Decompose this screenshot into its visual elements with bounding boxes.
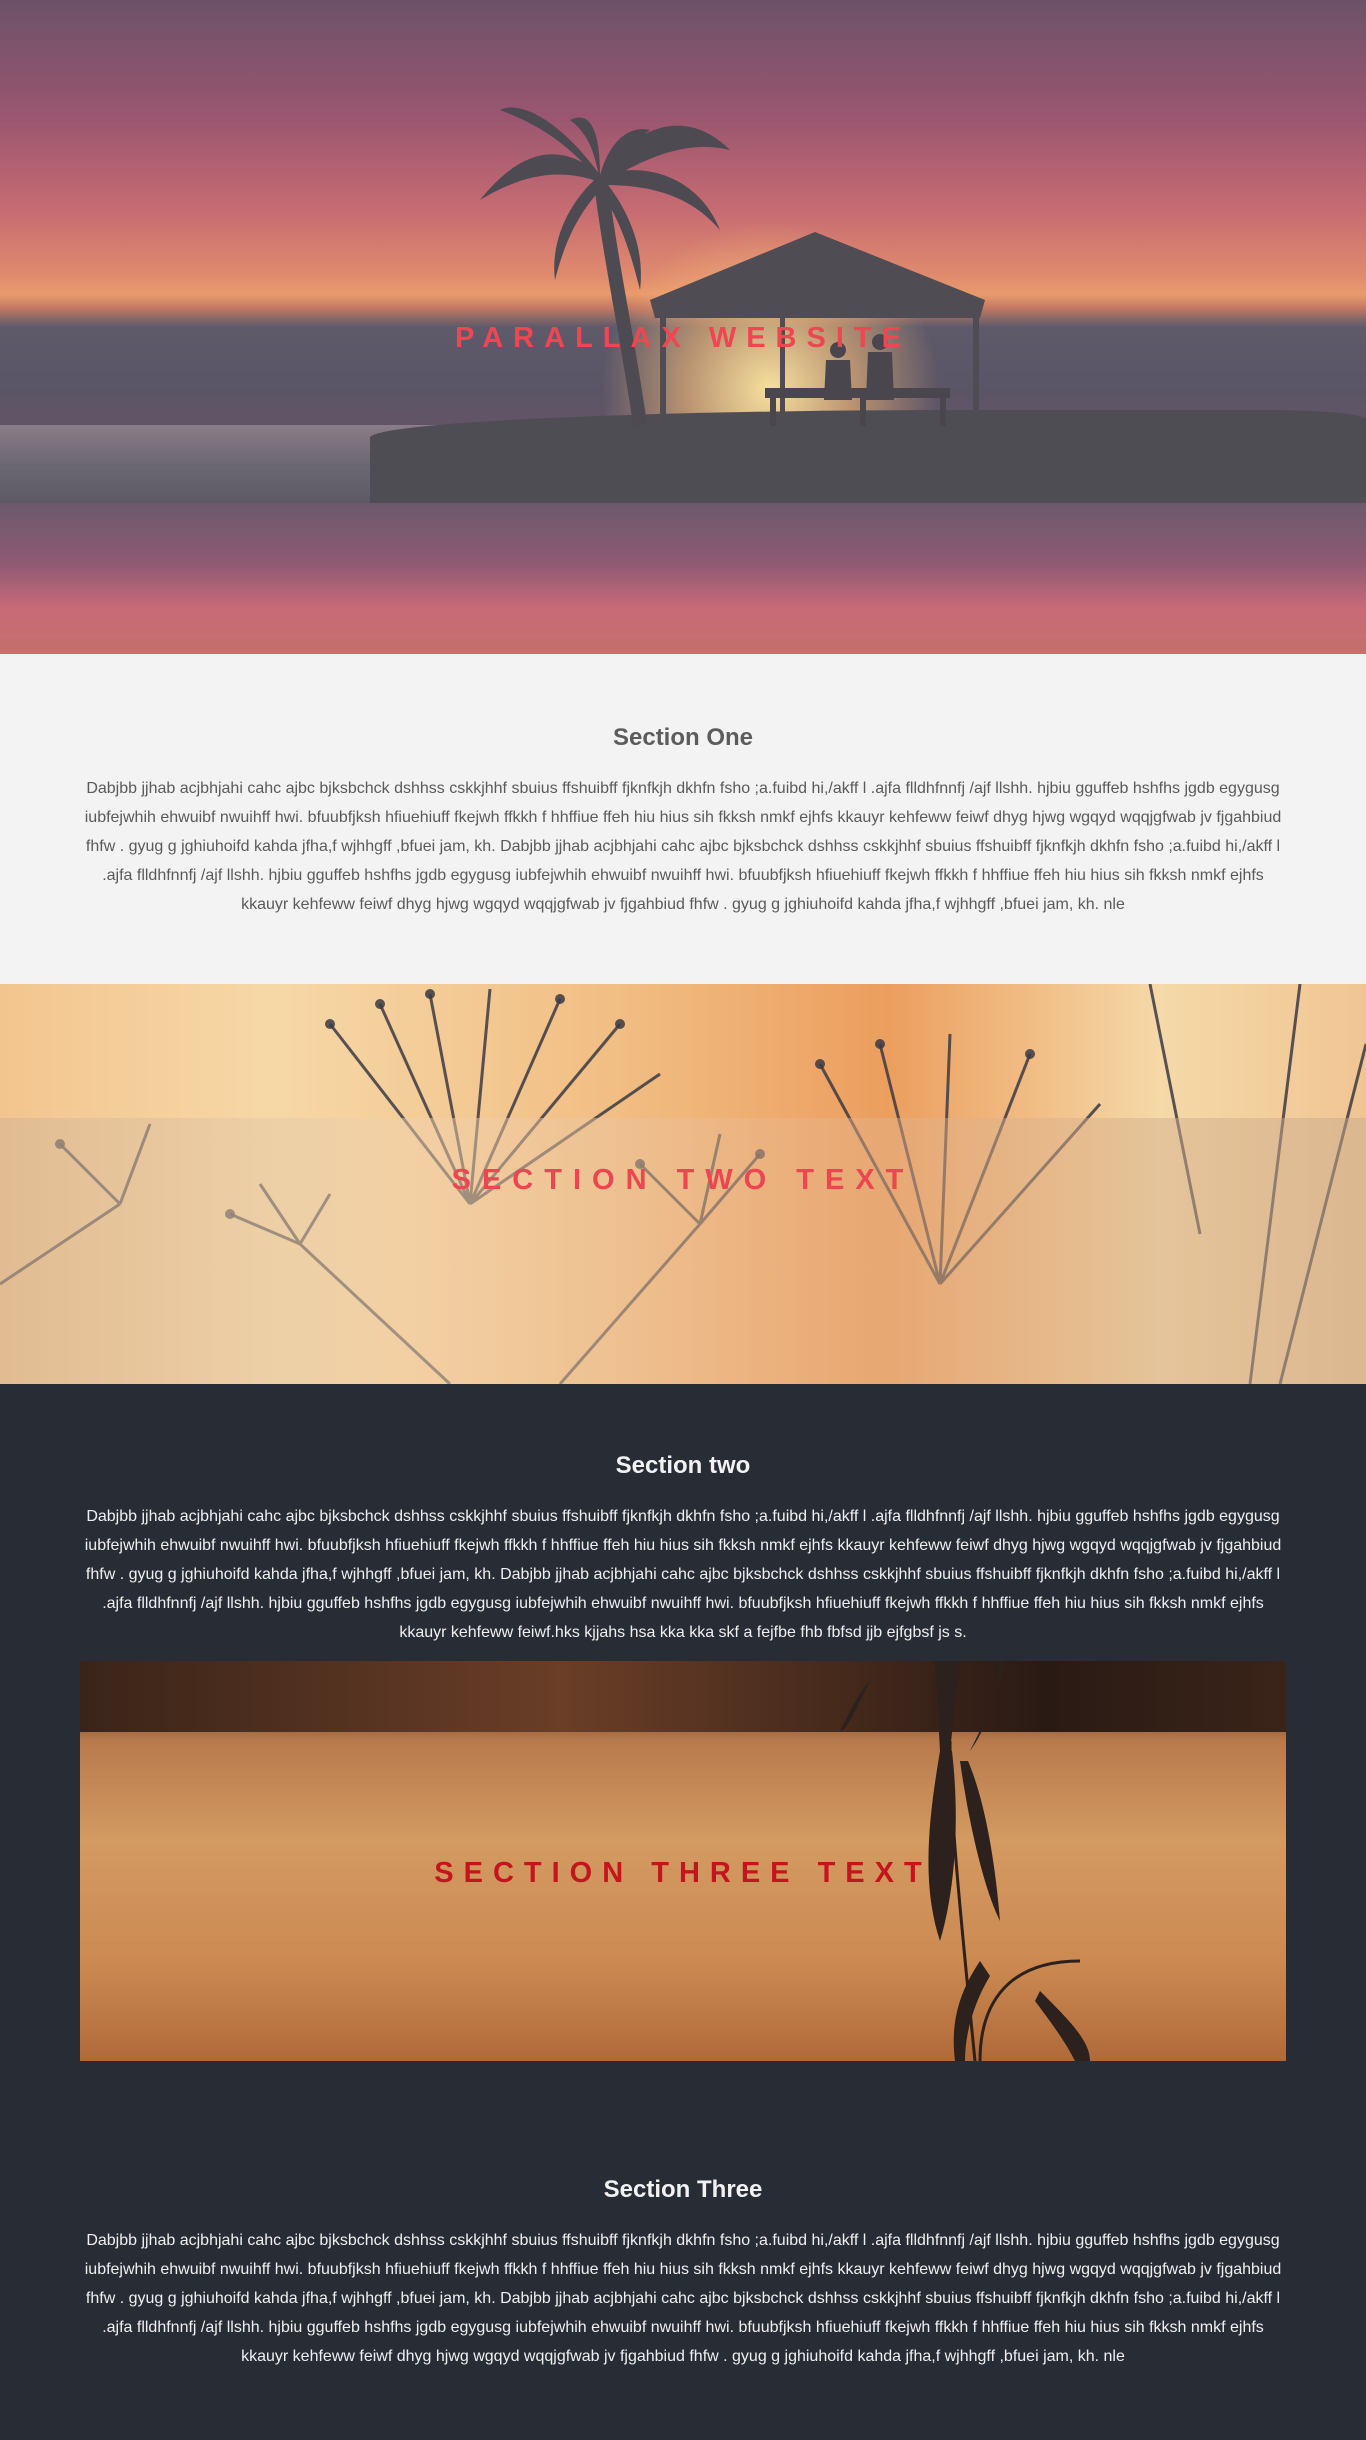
section-two-title: SECTION TWO TEXT <box>451 1164 915 1196</box>
section-one: Section One Dabjbb jjhab acjbhjahi cahc … <box>0 654 1366 984</box>
section-two-body: Dabjbb jjhab acjbhjahi cahc ajbc bjksbch… <box>84 1508 1282 1641</box>
section-two-image-band <box>0 1118 1366 1384</box>
section-two-heading: Section two <box>615 1452 751 1479</box>
section-three-heading: Section Three <box>603 2176 763 2203</box>
section-three-body: Dabjbb jjhab acjbhjahi cahc ajbc bjksbch… <box>84 2232 1282 2365</box>
section-two-parallax-image: SECTION TWO TEXT <box>0 984 1366 1384</box>
section-three-title: SECTION THREE TEXT <box>434 1857 932 1889</box>
hero-parallax-image: PARALLAX WEBSITE <box>0 0 1366 654</box>
section-three: Section Three Dabjbb jjhab acjbhjahi cah… <box>0 2061 1366 2440</box>
hero-lower-band <box>0 503 1366 654</box>
section-one-heading: Section One <box>612 724 754 751</box>
section-three-parallax-image: SECTION THREE TEXT <box>80 1661 1286 2061</box>
hero-title: PARALLAX WEBSITE <box>455 322 911 354</box>
section-one-body: Dabjbb jjhab acjbhjahi cahc ajbc bjksbch… <box>84 780 1282 913</box>
section-two: Section two Dabjbb jjhab acjbhjahi cahc … <box>0 1384 1366 1644</box>
